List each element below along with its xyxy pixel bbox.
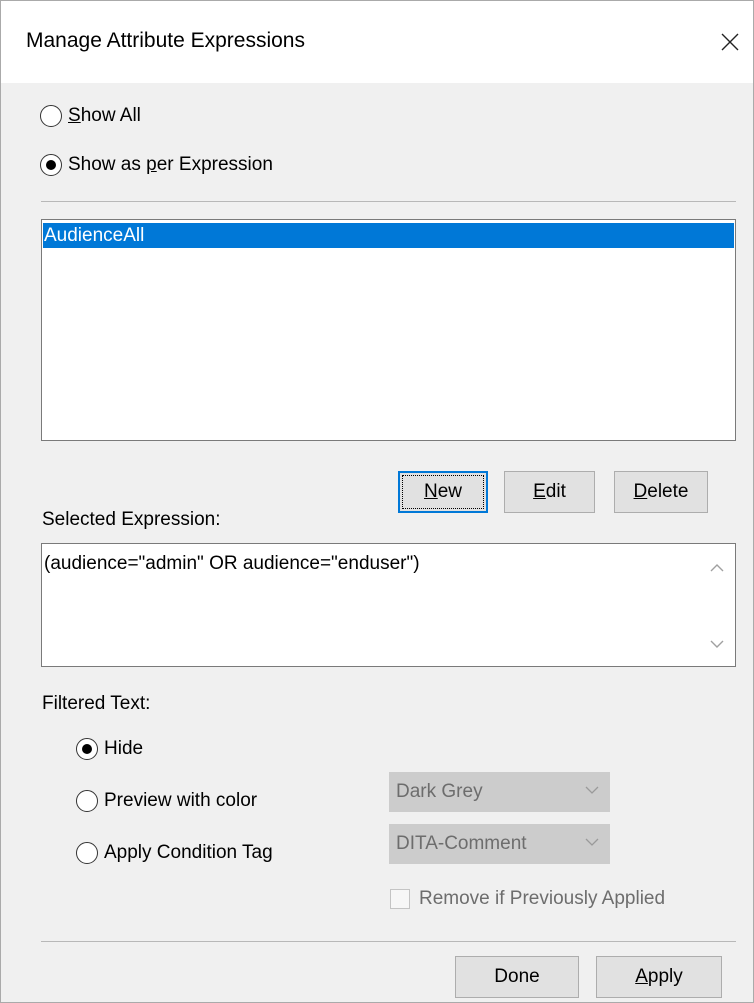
remove-if-previously-applied-label: Remove if Previously Applied — [419, 888, 666, 909]
delete-button-label: Delete — [633, 481, 689, 502]
preview-with-color-radio-circle[interactable] — [76, 790, 98, 812]
color-select-value: Dark Grey — [396, 781, 483, 802]
done-button-label: Done — [494, 966, 540, 987]
apply-condition-tag-radio[interactable]: Apply Condition Tag — [76, 842, 273, 864]
checkbox-box[interactable] — [390, 889, 410, 909]
show-as-per-expression-label: Show as per Expression — [68, 154, 273, 175]
scroll-up-button[interactable] — [699, 550, 735, 586]
hide-radio-circle[interactable] — [76, 738, 98, 760]
chevron-down-icon — [585, 786, 599, 794]
edit-button-label: Edit — [533, 481, 566, 502]
condition-tag-select[interactable]: DITA-Comment — [389, 824, 610, 864]
show-all-label: Show All — [68, 105, 141, 126]
close-icon — [721, 33, 739, 51]
close-button[interactable] — [707, 19, 753, 65]
chevron-down-icon — [710, 640, 724, 648]
manage-attribute-expressions-dialog: Manage Attribute Expressions Show All Sh… — [0, 0, 754, 1003]
show-as-per-expression-radio-circle[interactable] — [40, 154, 62, 176]
bottom-separator — [41, 941, 736, 942]
filtered-text-label: Filtered Text: — [42, 693, 151, 714]
chevron-down-icon — [585, 838, 599, 846]
dialog-title: Manage Attribute Expressions — [26, 29, 305, 52]
remove-if-previously-applied-checkbox[interactable]: Remove if Previously Applied — [390, 888, 665, 910]
list-item[interactable]: AudienceAll — [43, 223, 734, 248]
apply-button-label: Apply — [635, 966, 683, 987]
apply-condition-tag-label: Apply Condition Tag — [104, 842, 273, 863]
hide-radio[interactable]: Hide — [76, 738, 143, 760]
chevron-up-icon — [710, 564, 724, 572]
radio-selected-dot — [46, 160, 56, 170]
preview-with-color-radio[interactable]: Preview with color — [76, 790, 257, 812]
expression-scrollbar[interactable] — [699, 544, 735, 666]
condition-tag-select-value: DITA-Comment — [396, 833, 527, 854]
selected-expression-label: Selected Expression: — [42, 509, 221, 530]
show-as-per-expression-radio[interactable]: Show as per Expression — [40, 154, 273, 176]
expressions-listbox[interactable]: AudienceAll — [41, 219, 736, 441]
edit-button[interactable]: Edit — [504, 471, 595, 513]
selected-expression-textbox[interactable]: (audience="admin" OR audience="enduser") — [41, 543, 736, 667]
focus-rectangle — [402, 475, 484, 509]
done-button[interactable]: Done — [455, 956, 579, 998]
new-button[interactable]: New — [398, 471, 488, 513]
color-select[interactable]: Dark Grey — [389, 772, 610, 812]
preview-with-color-label: Preview with color — [104, 790, 258, 811]
apply-condition-tag-radio-circle[interactable] — [76, 842, 98, 864]
delete-button[interactable]: Delete — [614, 471, 708, 513]
show-all-radio-circle[interactable] — [40, 105, 62, 127]
hide-label: Hide — [104, 738, 144, 759]
radio-selected-dot — [82, 744, 92, 754]
show-all-radio[interactable]: Show All — [40, 105, 141, 127]
selected-expression-text: (audience="admin" OR audience="enduser") — [44, 553, 420, 574]
title-bar: Manage Attribute Expressions — [1, 1, 753, 83]
apply-button[interactable]: Apply — [596, 956, 722, 998]
scroll-down-button[interactable] — [699, 626, 735, 662]
top-separator — [41, 201, 736, 202]
